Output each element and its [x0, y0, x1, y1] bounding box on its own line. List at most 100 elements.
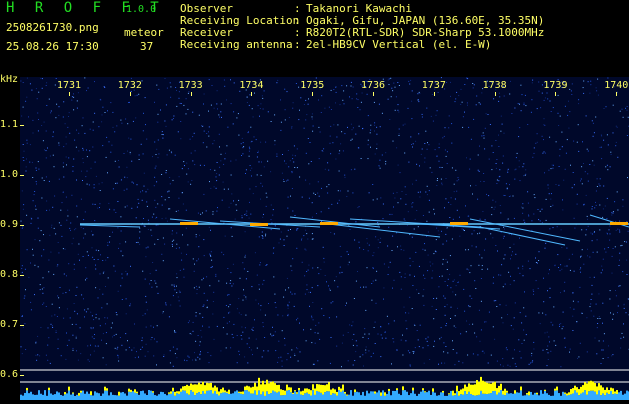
- amplitude-peak: [254, 383, 256, 391]
- amplitude-bar: [402, 390, 404, 400]
- amplitude-bar: [600, 395, 602, 400]
- x-tick-mark: [434, 92, 435, 96]
- amplitude-bar: [606, 393, 608, 400]
- amplitude-bar: [588, 391, 590, 400]
- amplitude-bar: [324, 392, 326, 400]
- amplitude-bar: [256, 395, 258, 400]
- amplitude-peak: [468, 383, 470, 391]
- amplitude-peak: [458, 391, 460, 396]
- amplitude-bar: [154, 395, 156, 400]
- amplitude-peak: [608, 390, 610, 394]
- meteor-hot-spot: [610, 222, 628, 225]
- amplitude-bar: [84, 394, 86, 400]
- amplitude-peak: [80, 391, 82, 393]
- amplitude-bar: [270, 393, 272, 400]
- amplitude-bar: [248, 392, 250, 400]
- amplitude-bar: [236, 390, 238, 400]
- amplitude-peak: [272, 381, 274, 390]
- x-tick-mark: [191, 92, 192, 96]
- y-tick-label: 1.1: [0, 119, 18, 130]
- amplitude-peak: [612, 388, 614, 394]
- amplitude-bar: [430, 395, 432, 400]
- amplitude-peak: [600, 385, 602, 395]
- amplitude-peak: [250, 387, 252, 393]
- antenna-value: 2el-HB9CV Vertical (el. E-W): [306, 39, 491, 51]
- amplitude-bar: [136, 393, 138, 400]
- y-tick-label: 0.7: [0, 319, 18, 330]
- amplitude-bar: [546, 393, 548, 400]
- amplitude-peak: [48, 388, 50, 390]
- amplitude-bar: [94, 391, 96, 400]
- amplitude-bar: [504, 395, 506, 400]
- amplitude-bar: [250, 393, 252, 400]
- amplitude-peak: [544, 390, 546, 391]
- amplitude-bar: [370, 391, 372, 400]
- amplitude-bar: [328, 391, 330, 400]
- amplitude-bar: [298, 390, 300, 400]
- amplitude-bar: [142, 391, 144, 400]
- amplitude-bar: [598, 390, 600, 400]
- amplitude-peak: [180, 389, 182, 392]
- amplitude-peak: [286, 385, 288, 391]
- amplitude-peak: [266, 380, 268, 392]
- amplitude-peak: [476, 380, 478, 395]
- amplitude-bar: [610, 391, 612, 400]
- amplitude-bar: [264, 396, 266, 400]
- amplitude-bar: [384, 396, 386, 400]
- amplitude-bar: [526, 394, 528, 400]
- amplitude-peak: [502, 391, 504, 395]
- amplitude-bar: [404, 390, 406, 400]
- amplitude-peak: [490, 384, 492, 393]
- amplitude-peak: [526, 393, 528, 394]
- amplitude-bar: [378, 390, 380, 400]
- amplitude-peak: [130, 390, 132, 392]
- amplitude-bar: [474, 396, 476, 400]
- amplitude-bar: [58, 392, 60, 400]
- amplitude-bar: [42, 395, 44, 400]
- amplitude-bar: [360, 395, 362, 400]
- amplitude-peak: [324, 385, 326, 392]
- amplitude-bar: [52, 395, 54, 400]
- amplitude-bar: [590, 391, 592, 400]
- amplitude-peak: [322, 385, 324, 395]
- amplitude-peak: [308, 389, 310, 394]
- amplitude-peak: [280, 389, 282, 395]
- amplitude-peak: [306, 388, 308, 392]
- amplitude-peak: [578, 389, 580, 395]
- amplitude-bar: [88, 394, 90, 400]
- amplitude-peak: [388, 389, 390, 391]
- amplitude-bar: [188, 395, 190, 400]
- amplitude-bar: [406, 392, 408, 400]
- amplitude-peak: [244, 387, 246, 391]
- amplitude-bar: [584, 390, 586, 400]
- amplitude-bar: [594, 392, 596, 400]
- amplitude-peak: [238, 392, 240, 393]
- amplitude-bar: [76, 395, 78, 400]
- amplitude-bar: [28, 393, 30, 400]
- amplitude-bar: [592, 391, 594, 400]
- amplitude-bar: [66, 393, 68, 400]
- amplitude-bar: [440, 392, 442, 400]
- amplitude-bar: [554, 391, 556, 400]
- y-axis-unit: kHz: [0, 74, 18, 85]
- amplitude-peak: [90, 391, 92, 395]
- amplitude-bar: [552, 396, 554, 400]
- amplitude-bar: [62, 396, 64, 400]
- amplitude-bar: [128, 392, 130, 400]
- amplitude-bar: [398, 394, 400, 400]
- amplitude-peak: [310, 390, 312, 395]
- amplitude-peak: [556, 387, 558, 391]
- amplitude-bar: [284, 395, 286, 400]
- amplitude-bar: [74, 396, 76, 400]
- amplitude-bar: [196, 393, 198, 400]
- amplitude-bar: [306, 393, 308, 400]
- amplitude-bar: [564, 394, 566, 400]
- x-tick-mark: [616, 92, 617, 96]
- amplitude-peak: [262, 381, 264, 392]
- meteor-hot-spot: [320, 222, 338, 225]
- amplitude-bar: [484, 394, 486, 400]
- amplitude-bar: [26, 390, 28, 400]
- amplitude-bar: [352, 396, 354, 400]
- amplitude-peak: [346, 395, 348, 396]
- amplitude-peak: [302, 391, 304, 395]
